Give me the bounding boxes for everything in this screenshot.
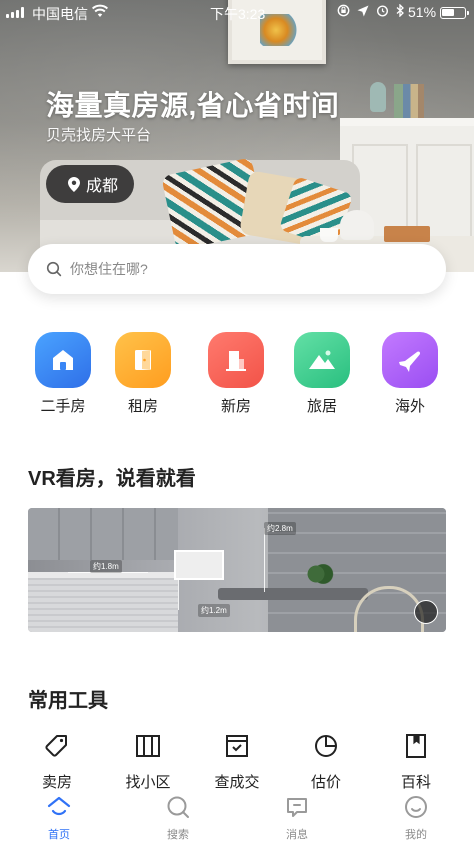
tab-search[interactable]: 搜索 xyxy=(138,794,218,842)
tab-label: 我的 xyxy=(405,829,427,841)
price-tag-icon xyxy=(45,735,67,757)
tool-label: 百科 xyxy=(400,774,431,791)
building-icon xyxy=(208,332,264,388)
hero-title: 海量真房源,省心省时间 xyxy=(46,90,340,121)
kitchen-counter xyxy=(28,578,178,632)
tab-profile[interactable]: 我的 xyxy=(376,794,456,842)
vr-section-title: VR看房，说看就看 xyxy=(28,468,196,490)
nav-label: 租房 xyxy=(127,398,158,415)
tool-sell[interactable]: 卖房 xyxy=(17,732,97,792)
inbox-check-icon xyxy=(226,735,248,757)
search-bar[interactable]: 你想住在哪? xyxy=(28,244,446,294)
profile-tab-icon xyxy=(405,796,427,818)
hero-banner: 海量真房源,省心省时间 贝壳找房大平台 成都 xyxy=(0,0,474,272)
signal-icon xyxy=(6,6,28,18)
kitchen-cabinet xyxy=(28,508,178,560)
nav-label: 旅居 xyxy=(306,398,337,415)
dining-table xyxy=(218,588,368,600)
measure-tag: 约2.8m xyxy=(264,522,296,535)
carrier-name: 中国电信 xyxy=(32,6,88,22)
battery-percent: 51% xyxy=(408,4,437,20)
vr-banner[interactable]: 约2.8m 约1.8m 约1.2m xyxy=(28,508,446,632)
hero-subtitle: 贝壳找房大平台 xyxy=(46,127,152,144)
nav-newhome[interactable]: 新房 xyxy=(196,332,276,416)
vr-badge-icon xyxy=(414,600,438,624)
rotation-lock-icon xyxy=(337,4,350,17)
home-tab-icon xyxy=(47,796,71,816)
plant xyxy=(298,564,334,584)
tool-label: 找小区 xyxy=(125,774,171,791)
wifi-icon xyxy=(92,4,108,17)
tool-label: 卖房 xyxy=(41,774,72,791)
nav-overseas[interactable]: 海外 xyxy=(370,332,450,416)
mountain-icon xyxy=(294,332,350,388)
tool-check-deals[interactable]: 查成交 xyxy=(197,732,277,792)
city-label: 成都 xyxy=(86,178,119,195)
tab-label: 搜索 xyxy=(167,829,189,841)
tab-label: 首页 xyxy=(48,829,70,841)
tools-grid: 卖房 找小区 查成交 估价 百科 xyxy=(0,732,474,791)
tool-label: 查成交 xyxy=(214,774,260,791)
bookmark-book-icon xyxy=(406,734,426,758)
books xyxy=(394,84,424,118)
tool-valuation[interactable]: 估价 xyxy=(286,732,366,792)
battery-icon xyxy=(440,7,469,19)
cup xyxy=(320,228,338,242)
tab-label: 消息 xyxy=(286,829,308,841)
measure-tag: 约1.8m xyxy=(90,560,122,573)
status-icons xyxy=(337,4,405,17)
tools-section-title: 常用工具 xyxy=(28,690,108,712)
city-selector-button[interactable]: 成都 xyxy=(46,165,134,203)
location-arrow-icon xyxy=(357,5,369,16)
quick-nav: 二手房 租房 新房 旅居 海外 xyxy=(0,332,474,418)
nav-label: 海外 xyxy=(394,398,425,415)
boxes xyxy=(384,226,430,242)
status-bar: 中国电信 下午3:23 51% xyxy=(0,0,474,24)
house-icon xyxy=(35,332,91,388)
measure-tag: 约1.2m xyxy=(198,604,230,617)
vase xyxy=(370,82,386,112)
kettle xyxy=(340,210,374,240)
bluetooth-icon xyxy=(396,4,404,17)
alarm-icon xyxy=(376,5,389,17)
tool-label: 估价 xyxy=(310,774,341,791)
plane-icon xyxy=(382,332,438,388)
bottom-tab-bar: 首页 搜索 消息 我的 xyxy=(0,790,474,842)
nav-secondhand[interactable]: 二手房 xyxy=(23,332,103,416)
measure-line xyxy=(178,580,179,610)
tool-wiki[interactable]: 百科 xyxy=(376,732,456,792)
search-placeholder: 你想住在哪? xyxy=(70,261,148,277)
tab-messages[interactable]: 消息 xyxy=(257,794,337,842)
tab-home[interactable]: 首页 xyxy=(19,794,99,842)
message-tab-icon xyxy=(287,798,307,817)
nav-rent[interactable]: 租房 xyxy=(103,332,183,416)
door-icon xyxy=(115,332,171,388)
location-pin-icon xyxy=(68,176,80,192)
search-tab-icon xyxy=(167,796,189,818)
tool-find-community[interactable]: 找小区 xyxy=(108,732,188,792)
pie-chart-icon xyxy=(315,735,337,757)
measure-line xyxy=(264,528,265,592)
photo-frame xyxy=(174,550,224,580)
clock: 下午3:23 xyxy=(210,6,266,22)
nav-travel-stay[interactable]: 旅居 xyxy=(282,332,362,416)
nav-label: 二手房 xyxy=(40,398,86,415)
map-book-icon xyxy=(136,735,160,757)
search-icon xyxy=(46,261,62,277)
nav-label: 新房 xyxy=(220,398,251,415)
